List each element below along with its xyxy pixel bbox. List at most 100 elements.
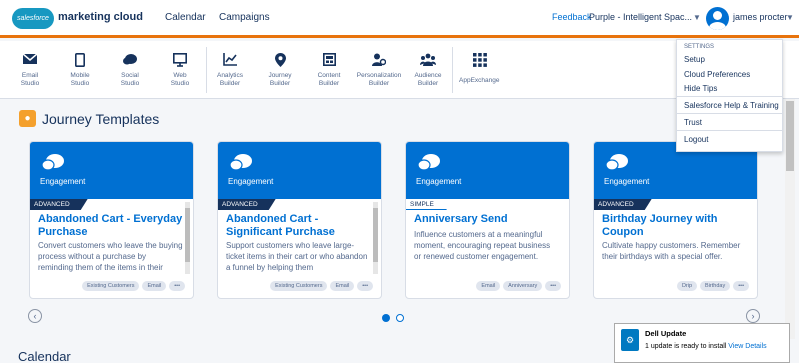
template-card[interactable]: Engagement ADVANCED Birthday Journey wit… (593, 141, 758, 299)
tag[interactable]: Email (476, 281, 501, 291)
app-personalization-builder[interactable]: Personalization Builder (354, 41, 404, 99)
tag[interactable]: Email (330, 281, 355, 291)
notification-message: 1 update is ready to install View Detail… (645, 343, 767, 350)
tag[interactable]: Anniversary (503, 281, 543, 291)
carousel-dot[interactable] (396, 314, 404, 322)
card-scrollbar[interactable] (373, 202, 378, 274)
template-card[interactable]: Engagement ADVANCED Abandoned Cart - Sig… (217, 141, 382, 299)
card-category: Engagement (604, 177, 650, 186)
chat-bubble-icon (605, 154, 628, 177)
carousel-next-button[interactable]: › (746, 309, 760, 323)
chevron-down-icon[interactable]: ▼ (693, 13, 701, 22)
app-label: Content Builder (317, 72, 341, 87)
map-pin-icon (272, 53, 288, 67)
divider (452, 47, 453, 93)
more-tags-button[interactable]: ••• (357, 281, 373, 291)
chat-bubble-icon (41, 154, 64, 177)
more-tags-button[interactable]: ••• (169, 281, 185, 291)
tag[interactable]: Drip (676, 281, 698, 291)
content-icon (321, 53, 337, 67)
card-title[interactable]: Abandoned Cart - Significant Purchase (226, 213, 371, 239)
app-analytics-builder[interactable]: Analytics Builder (205, 41, 255, 99)
avatar[interactable] (706, 7, 729, 30)
chat-bubble-icon (417, 154, 440, 177)
app-social-studio[interactable]: Social Studio (105, 41, 155, 99)
menu-divider (677, 130, 782, 131)
feedback-link[interactable]: Feedback (552, 12, 592, 22)
audience-icon (420, 53, 436, 67)
user-menu[interactable]: james procter (733, 12, 788, 22)
app-audience-builder[interactable]: Audience Builder (403, 41, 453, 99)
product-name: marketing cloud (58, 11, 143, 23)
menu-item-trust[interactable]: Trust (684, 118, 702, 127)
nav-campaigns[interactable]: Campaigns (219, 12, 270, 23)
section-title: Calendar (18, 349, 71, 363)
tag[interactable]: Email (142, 281, 167, 291)
phone-icon (72, 53, 88, 67)
card-title[interactable]: Abandoned Cart - Everyday Purchase (38, 213, 183, 239)
app-content-builder[interactable]: Content Builder (304, 41, 354, 99)
app-appexchange[interactable]: AppExchange (455, 41, 515, 99)
journey-icon: ● (19, 110, 36, 127)
notification-text: 1 update is ready to install (645, 343, 727, 350)
nav-calendar[interactable]: Calendar (165, 12, 206, 23)
grid-icon (473, 53, 489, 67)
card-category: Engagement (40, 177, 86, 186)
app-label: Web Studio (170, 72, 190, 87)
level-badge: ADVANCED (594, 199, 652, 210)
card-category: Engagement (228, 177, 274, 186)
envelope-icon (22, 53, 38, 67)
card-title[interactable]: Birthday Journey with Coupon (602, 213, 747, 239)
app-journey-builder[interactable]: Journey Builder (255, 41, 305, 99)
template-card[interactable]: Engagement ADVANCED Abandoned Cart - Eve… (29, 141, 194, 299)
view-details-link[interactable]: View Details (728, 343, 766, 350)
carousel-dot-active[interactable] (382, 314, 390, 322)
business-unit-select[interactable]: Purple - Intelligent Spac... (589, 12, 692, 22)
app-web-studio[interactable]: Web Studio (155, 41, 205, 99)
card-category: Engagement (416, 177, 462, 186)
carousel-prev-button[interactable]: ‹ (28, 309, 42, 323)
monitor-icon (172, 53, 188, 67)
card-description: Support customers who leave large-ticket… (226, 241, 368, 272)
card-description: Convert customers who leave the buying p… (38, 241, 183, 272)
salesforce-logo[interactable]: salesforce (12, 8, 54, 29)
app-label: Analytics Builder (216, 72, 243, 87)
menu-item-logout[interactable]: Logout (684, 135, 708, 144)
card-tags: Existing Customers Email ••• (82, 281, 185, 291)
app-label: Mobile Studio (70, 72, 90, 87)
more-tags-button[interactable]: ••• (545, 281, 561, 291)
template-card[interactable]: Engagement SIMPLE Anniversary Send Influ… (405, 141, 570, 299)
level-badge: SIMPLE (406, 199, 452, 210)
app-label: Journey Builder (268, 72, 292, 87)
menu-item-setup[interactable]: Setup (684, 55, 705, 64)
card-hero: Engagement (30, 142, 193, 199)
tag[interactable]: Birthday (700, 281, 731, 291)
user-dropdown-menu: SETTINGS Setup Cloud Preferences Hide Ti… (676, 39, 783, 152)
menu-heading: SETTINGS (684, 44, 715, 50)
level-badge: ADVANCED (30, 199, 88, 210)
tag[interactable]: Existing Customers (270, 281, 328, 291)
menu-divider (677, 96, 782, 97)
card-title[interactable]: Anniversary Send (414, 213, 559, 226)
app-mobile-studio[interactable]: Mobile Studio (55, 41, 105, 99)
chart-icon (222, 53, 238, 67)
app-email-studio[interactable]: Email Studio (5, 41, 55, 99)
card-description: Influence customers at a meaningful mome… (414, 230, 551, 261)
update-notification[interactable]: ⚙ Dell Update 1 update is ready to insta… (614, 323, 790, 363)
app-label: AppExchange (459, 77, 500, 84)
menu-item-cloud-preferences[interactable]: Cloud Preferences (684, 70, 750, 79)
chevron-down-icon[interactable]: ▼ (786, 13, 794, 22)
page-scrollbar[interactable] (785, 99, 795, 339)
more-tags-button[interactable]: ••• (733, 281, 749, 291)
app-label: Audience Builder (414, 72, 442, 87)
tag[interactable]: Existing Customers (82, 281, 140, 291)
card-tags: Existing Customers Email ••• (270, 281, 373, 291)
card-scrollbar[interactable] (185, 202, 190, 274)
menu-item-hide-tips[interactable]: Hide Tips (684, 84, 717, 93)
section-title: Journey Templates (42, 111, 160, 127)
menu-item-help-training[interactable]: Salesforce Help & Training (684, 101, 779, 110)
menu-divider (677, 113, 782, 114)
app-label: Personalization Builder (356, 72, 402, 87)
update-icon: ⚙ (621, 329, 639, 351)
card-hero: Engagement (218, 142, 381, 199)
